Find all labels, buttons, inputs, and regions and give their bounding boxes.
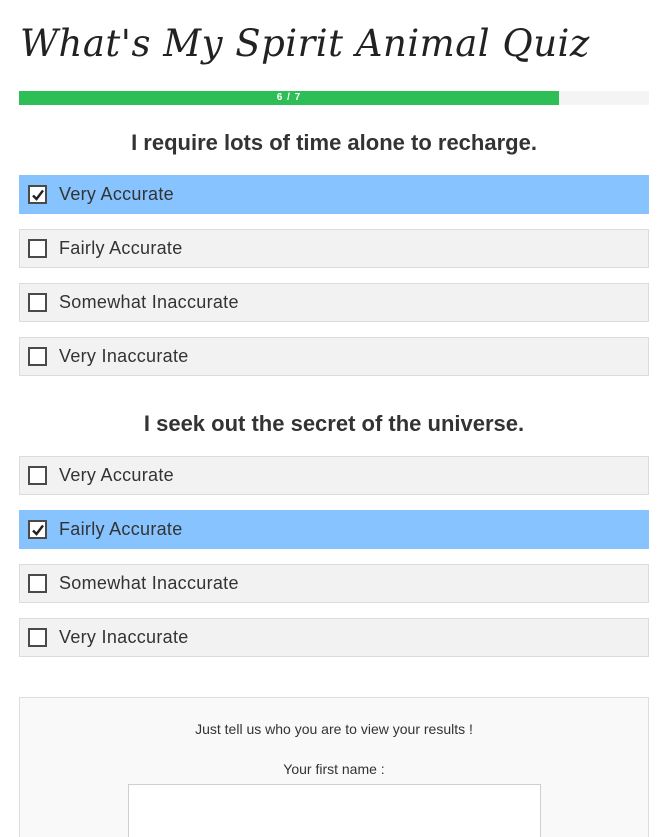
question-2-text: I seek out the secret of the universe. [143,411,525,436]
option-label: Fairly Accurate [59,519,183,539]
progress-label: 6 / 7 [276,92,302,103]
results-form: Just tell us who you are to view your re… [19,697,649,837]
quiz-title: What's My Spirit Animal Quiz [20,22,590,65]
q2-option-somewhat-inaccurate[interactable]: Somewhat Inaccurate [19,564,649,603]
checkbox-icon[interactable] [28,347,47,366]
q1-option-very-accurate[interactable]: Very Accurate [19,175,649,214]
first-name-label: Your first name : [283,761,385,777]
q1-option-very-inaccurate[interactable]: Very Inaccurate [19,337,649,376]
option-label: Somewhat Inaccurate [59,292,239,312]
checkbox-icon[interactable] [28,628,47,647]
checkbox-icon[interactable] [28,466,47,485]
question-1-text: I require lots of time alone to recharge… [131,130,537,155]
progress-bar: 6 / 7 [19,91,649,105]
first-name-input[interactable] [128,784,541,837]
q2-option-very-accurate[interactable]: Very Accurate [19,456,649,495]
option-label: Very Inaccurate [59,627,189,647]
option-label: Very Accurate [59,184,174,204]
checkbox-icon[interactable] [28,239,47,258]
q2-option-very-inaccurate[interactable]: Very Inaccurate [19,618,649,657]
option-label: Very Inaccurate [59,346,189,366]
q1-option-fairly-accurate[interactable]: Fairly Accurate [19,229,649,268]
results-prompt: Just tell us who you are to view your re… [195,721,473,737]
option-label: Fairly Accurate [59,238,183,258]
checkbox-icon[interactable] [28,293,47,312]
checkbox-icon[interactable] [28,520,47,539]
option-label: Very Accurate [59,465,174,485]
q1-option-somewhat-inaccurate[interactable]: Somewhat Inaccurate [19,283,649,322]
option-label: Somewhat Inaccurate [59,573,239,593]
progress-fill: 6 / 7 [19,91,559,105]
checkbox-icon[interactable] [28,185,47,204]
q2-option-fairly-accurate[interactable]: Fairly Accurate [19,510,649,549]
checkbox-icon[interactable] [28,574,47,593]
